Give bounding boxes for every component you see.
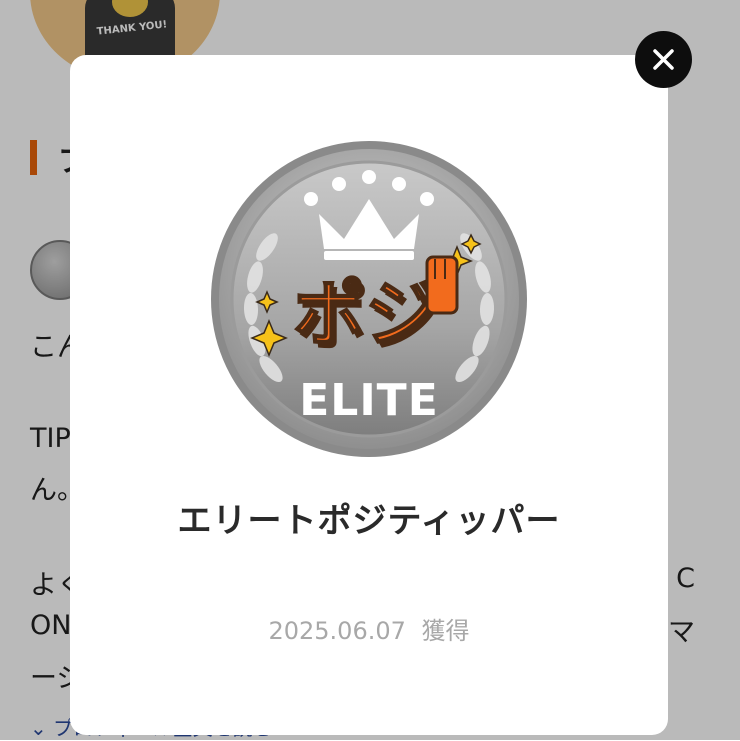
- close-icon: [653, 49, 674, 70]
- badge-acquired-date: 2025.06.07 獲得: [70, 611, 668, 646]
- acquired-label: 獲得: [421, 617, 470, 645]
- badge-detail-modal: ポジ ポジ ELITE エリートポジティッパー 2025.06.07 獲得: [70, 55, 668, 735]
- elite-badge-image: ポジ ポジ ELITE: [211, 141, 527, 457]
- badge-logo-text: ポジ: [293, 272, 437, 356]
- close-button[interactable]: [635, 31, 692, 88]
- badge-title: エリートポジティッパー: [177, 501, 561, 541]
- badge-tier-text: ELITE: [299, 375, 439, 426]
- acquired-date-value: 2025.06.07: [268, 617, 406, 645]
- fist-icon: [425, 255, 459, 315]
